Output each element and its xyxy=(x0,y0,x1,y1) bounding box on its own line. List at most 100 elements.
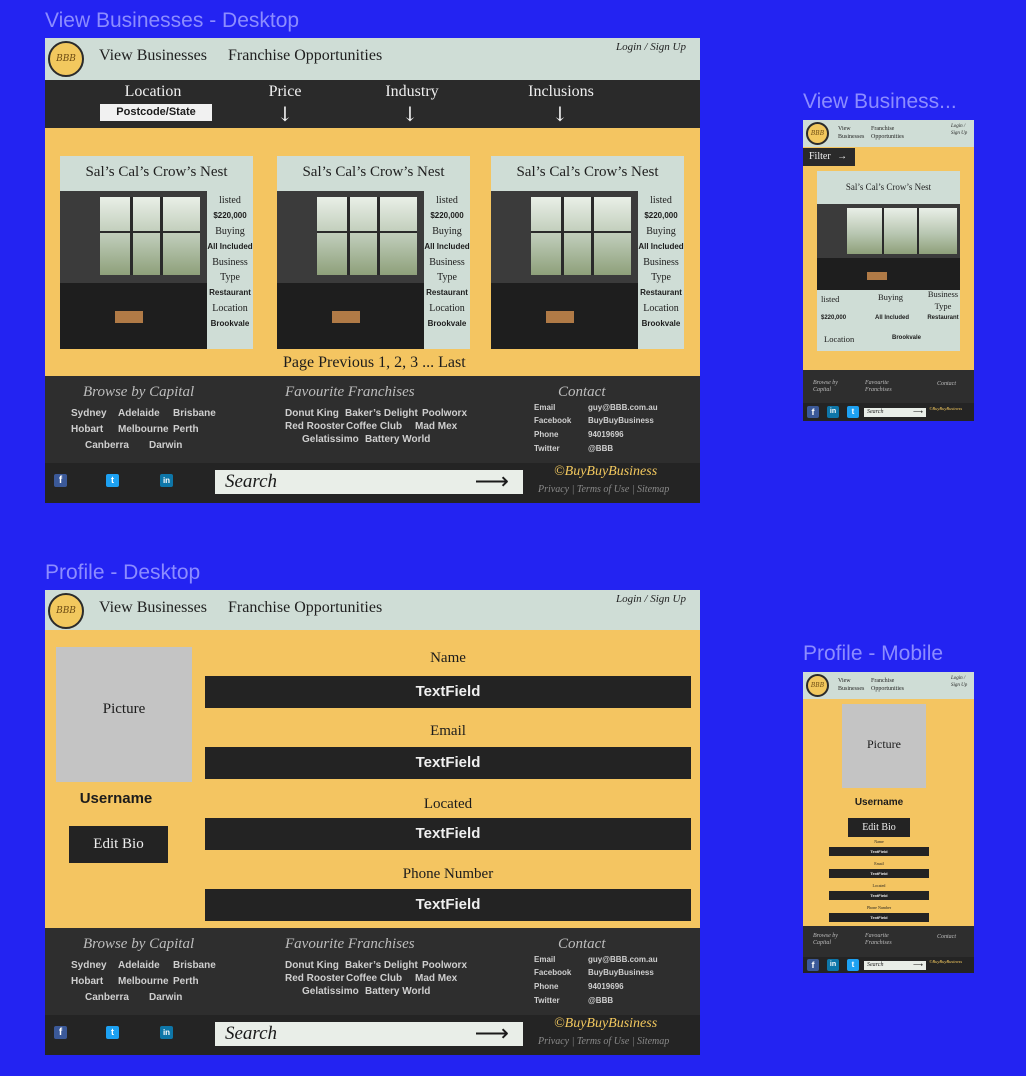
facebook-icon[interactable]: f xyxy=(54,474,67,487)
contact-phone[interactable]: 94019696 xyxy=(588,982,624,991)
capital-link[interactable]: Melbourne xyxy=(118,424,169,435)
located-field[interactable]: TextField xyxy=(829,891,929,900)
business-title[interactable]: Sal’s Cal’s Crow’s Nest xyxy=(277,164,470,181)
linkedin-icon[interactable]: in xyxy=(160,474,173,487)
facebook-icon[interactable]: f xyxy=(807,959,819,971)
franchise-link[interactable]: Battery World xyxy=(365,434,430,445)
linkedin-icon[interactable]: in xyxy=(827,406,839,418)
franchise-link[interactable]: Donut King xyxy=(285,960,339,971)
franchise-link[interactable]: Red Rooster xyxy=(285,973,344,984)
capital-link[interactable]: Adelaide xyxy=(118,408,160,419)
capital-link[interactable]: Perth xyxy=(173,976,199,987)
located-field[interactable]: TextField xyxy=(205,818,691,850)
industry-arrow-down-icon[interactable]: ↓ xyxy=(350,102,470,126)
email-field[interactable]: TextField xyxy=(205,747,691,779)
business-title[interactable]: Sal’s Cal’s Crow’s Nest xyxy=(817,182,960,192)
nav-view-businesses[interactable]: View Businesses xyxy=(99,599,207,617)
profile-picture[interactable]: Picture xyxy=(842,704,926,788)
search-arrow-icon[interactable]: ⟶ xyxy=(475,1022,509,1046)
filter-inclusions[interactable]: Inclusions xyxy=(501,83,621,101)
capital-link[interactable]: Perth xyxy=(173,424,199,435)
contact-email[interactable]: guy@BBB.com.au xyxy=(588,955,658,964)
contact-phone[interactable]: 94019696 xyxy=(588,430,624,439)
capital-link[interactable]: Hobart xyxy=(71,424,103,435)
contact-email[interactable]: guy@BBB.com.au xyxy=(588,403,658,412)
logo[interactable]: BBB xyxy=(806,122,829,145)
twitter-icon[interactable]: t xyxy=(106,474,119,487)
name-field[interactable]: TextField xyxy=(205,676,691,708)
franchise-link[interactable]: Coffee Club xyxy=(346,421,402,432)
nav-franchise-opportunities[interactable]: Franchise Opportunities xyxy=(228,599,382,617)
nav-view-businesses[interactable]: View Businesses xyxy=(838,125,864,141)
contact-facebook[interactable]: BuyBuyBusiness xyxy=(588,968,654,977)
footer-search-input[interactable]: Search ⟶ xyxy=(864,408,926,417)
business-title[interactable]: Sal’s Cal’s Crow’s Nest xyxy=(491,164,684,181)
capital-link[interactable]: Brisbane xyxy=(173,960,216,971)
business-card[interactable]: Sal’s Cal’s Crow’s Nest listed $220,000 … xyxy=(60,156,253,349)
franchise-link[interactable]: Poolworx xyxy=(422,408,467,419)
nav-view-businesses[interactable]: View Businesses xyxy=(99,47,207,65)
login-signup-link[interactable]: Login / Sign Up xyxy=(616,593,686,605)
capital-link[interactable]: Brisbane xyxy=(173,408,216,419)
filter-industry[interactable]: Industry xyxy=(352,83,472,101)
nav-franchise-opportunities[interactable]: Franchise Opportunities xyxy=(871,677,904,693)
franchise-link[interactable]: Baker’s Delight xyxy=(345,960,418,971)
logo[interactable]: BBB xyxy=(806,674,829,697)
capital-link[interactable]: Darwin xyxy=(149,440,182,451)
logo[interactable]: BBB xyxy=(48,41,84,77)
search-arrow-icon[interactable]: ⟶ xyxy=(475,470,509,494)
login-signup-link[interactable]: Login / Sign Up xyxy=(951,123,967,137)
logo[interactable]: BBB xyxy=(48,593,84,629)
price-arrow-down-icon[interactable]: ↓ xyxy=(225,102,345,126)
inclusions-arrow-down-icon[interactable]: ↓ xyxy=(500,102,620,126)
franchise-link[interactable]: Red Rooster xyxy=(285,421,344,432)
nav-franchise-opportunities[interactable]: Franchise Opportunities xyxy=(228,47,382,65)
email-field[interactable]: TextField xyxy=(829,869,929,878)
franchise-link[interactable]: Mad Mex xyxy=(415,421,457,432)
franchise-link[interactable]: Battery World xyxy=(365,986,430,997)
business-card[interactable]: Sal’s Cal’s Crow’s Nest listed $220,000 … xyxy=(277,156,470,349)
filter-price[interactable]: Price xyxy=(225,83,345,101)
business-card[interactable]: Sal’s Cal’s Crow’s Nest listed $220,000 … xyxy=(491,156,684,349)
facebook-icon[interactable]: f xyxy=(54,1026,67,1039)
capital-link[interactable]: Melbourne xyxy=(118,976,169,987)
linkedin-icon[interactable]: in xyxy=(160,1026,173,1039)
twitter-icon[interactable]: t xyxy=(847,959,859,971)
filter-button[interactable]: Filter → xyxy=(803,148,855,166)
login-signup-link[interactable]: Login / Sign Up xyxy=(616,41,686,53)
phone-field[interactable]: TextField xyxy=(205,889,691,921)
franchise-link[interactable]: Gelatissimo xyxy=(302,986,359,997)
capital-link[interactable]: Darwin xyxy=(149,992,182,1003)
capital-link[interactable]: Sydney xyxy=(71,408,107,419)
franchise-link[interactable]: Mad Mex xyxy=(415,973,457,984)
phone-field[interactable]: TextField xyxy=(829,913,929,922)
name-field[interactable]: TextField xyxy=(829,847,929,856)
footer-search-input[interactable]: Search ⟶ xyxy=(215,1022,523,1046)
postcode-state-input[interactable]: Postcode/State xyxy=(100,104,212,121)
linkedin-icon[interactable]: in xyxy=(827,959,839,971)
legal-links[interactable]: Privacy | Terms of Use | Sitemap xyxy=(538,1036,669,1047)
capital-link[interactable]: Canberra xyxy=(85,440,129,451)
capital-link[interactable]: Hobart xyxy=(71,976,103,987)
franchise-link[interactable]: Gelatissimo xyxy=(302,434,359,445)
contact-facebook[interactable]: BuyBuyBusiness xyxy=(588,416,654,425)
franchise-link[interactable]: Baker’s Delight xyxy=(345,408,418,419)
capital-link[interactable]: Adelaide xyxy=(118,960,160,971)
profile-picture[interactable]: Picture xyxy=(56,647,192,782)
facebook-icon[interactable]: f xyxy=(807,406,819,418)
legal-links[interactable]: Privacy | Terms of Use | Sitemap xyxy=(538,484,669,495)
twitter-icon[interactable]: t xyxy=(106,1026,119,1039)
contact-twitter[interactable]: @BBB xyxy=(588,996,613,1005)
franchise-link[interactable]: Coffee Club xyxy=(346,973,402,984)
franchise-link[interactable]: Poolworx xyxy=(422,960,467,971)
business-card[interactable]: Sal’s Cal’s Crow’s Nest listed $220,000 … xyxy=(817,171,960,351)
franchise-link[interactable]: Donut King xyxy=(285,408,339,419)
edit-bio-button[interactable]: Edit Bio xyxy=(848,818,910,837)
footer-search-input[interactable]: Search ⟶ xyxy=(215,470,523,494)
twitter-icon[interactable]: t xyxy=(847,406,859,418)
contact-twitter[interactable]: @BBB xyxy=(588,444,613,453)
business-title[interactable]: Sal’s Cal’s Crow’s Nest xyxy=(60,164,253,181)
nav-franchise-opportunities[interactable]: Franchise Opportunities xyxy=(871,125,904,141)
capital-link[interactable]: Sydney xyxy=(71,960,107,971)
footer-search-input[interactable]: Search ⟶ xyxy=(864,961,926,970)
